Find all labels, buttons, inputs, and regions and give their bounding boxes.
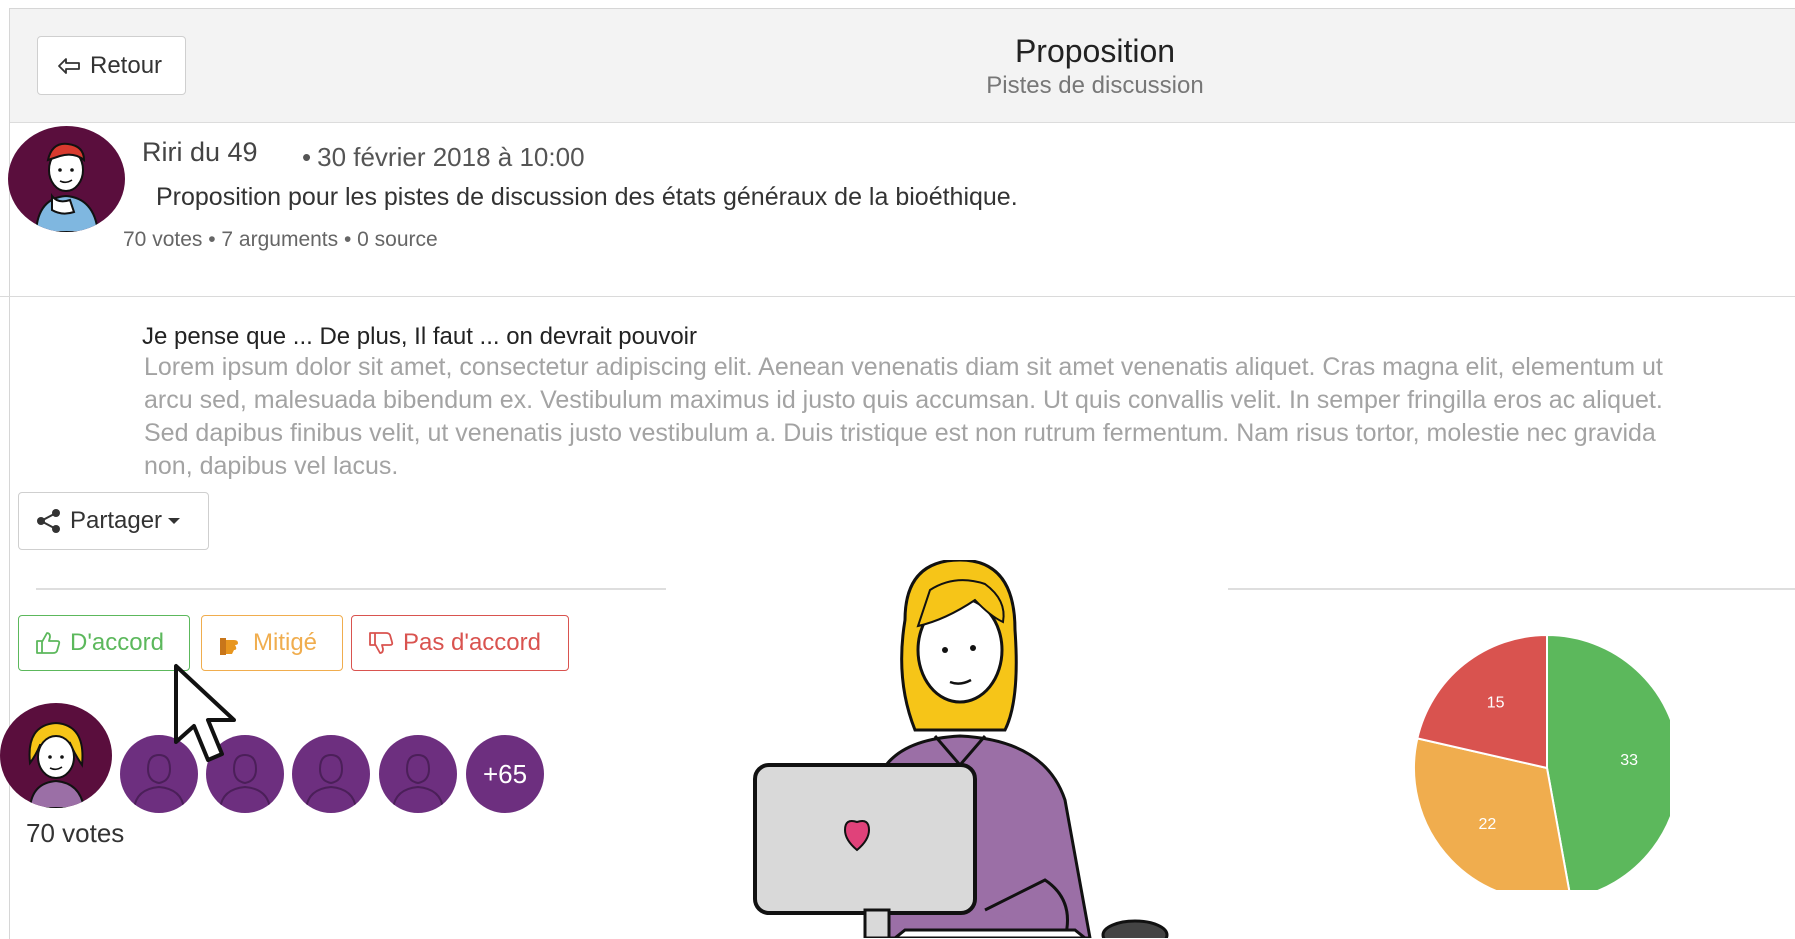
mouse-cursor-icon — [174, 664, 236, 762]
caret-down-icon — [168, 518, 181, 524]
illustration-woman-laptop — [753, 560, 1169, 938]
thumbs-down-icon — [369, 632, 394, 654]
voter-illustration — [28, 721, 86, 808]
user-icon — [392, 753, 444, 810]
author-illustration — [34, 142, 100, 232]
share-icon — [37, 509, 60, 533]
mixed-label: Mitigé — [253, 629, 318, 656]
disagree-button[interactable]: Pas d'accord — [351, 615, 569, 671]
divider — [0, 296, 1795, 297]
voter-avatar[interactable] — [292, 735, 370, 813]
page-title: Proposition — [1014, 33, 1176, 69]
agree-label: D'accord — [70, 629, 164, 656]
post-description: Proposition pour les pistes de discussio… — [156, 183, 1018, 211]
page-header: Retour Proposition Pistes de discussion — [10, 9, 1795, 123]
author-name[interactable]: Riri du 49 — [142, 137, 258, 168]
divider-right — [1228, 588, 1795, 590]
divider-left — [36, 588, 666, 590]
post-date: • 30 février 2018 à 10:00 — [302, 142, 585, 173]
back-button-label: Retour — [90, 51, 163, 79]
date-bullet: • — [302, 142, 312, 172]
disagree-label: Pas d'accord — [403, 629, 541, 656]
votes-count: 70 votes — [26, 818, 125, 848]
pie-chart-svg: 33 22 15 — [1413, 633, 1681, 902]
pie-slice-label: 33 — [1620, 752, 1638, 769]
voter-avatar[interactable] — [0, 703, 112, 808]
post-meta: 70 votes • 7 arguments • 0 source — [123, 228, 438, 251]
argument-body: Lorem ipsum dolor sit amet, consectetur … — [144, 353, 1663, 480]
pie-slice-label: 22 — [1478, 816, 1496, 833]
vote-pie-chart: 33 22 15 — [1390, 620, 1681, 902]
author-avatar[interactable] — [8, 126, 125, 232]
page-subtitle: Pistes de discussion — [986, 72, 1204, 99]
hand-icon — [220, 638, 238, 655]
post-date-text: 30 février 2018 à 10:00 — [317, 142, 585, 172]
agree-button[interactable]: D'accord — [18, 615, 190, 671]
voter-avatar[interactable] — [379, 735, 457, 813]
share-dropdown-button[interactable]: Partager — [18, 492, 209, 550]
user-icon — [305, 753, 357, 810]
argument-lead: Je pense que ... De plus, Il faut ... on… — [142, 323, 697, 350]
share-label: Partager — [70, 507, 163, 534]
pie-slice-1 — [1546, 633, 1681, 901]
more-voters-badge[interactable]: +65 — [466, 735, 544, 813]
pie-slice-label: 15 — [1487, 695, 1505, 712]
thumbs-up-icon — [36, 632, 61, 654]
back-arrow-icon — [58, 57, 80, 74]
back-button[interactable]: Retour — [37, 36, 186, 95]
